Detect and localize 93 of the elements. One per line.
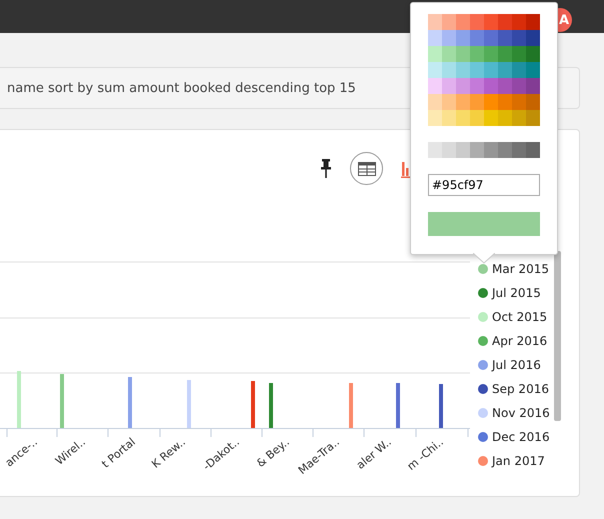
color-swatch[interactable] (428, 110, 442, 126)
color-swatch[interactable] (442, 46, 456, 62)
legend-label: Sep 2016 (492, 382, 549, 396)
color-swatch[interactable] (526, 78, 540, 94)
color-swatch[interactable] (442, 110, 456, 126)
color-swatch[interactable] (512, 142, 526, 158)
legend-item[interactable]: Mar 2015 (478, 259, 554, 278)
color-swatch[interactable] (526, 110, 540, 126)
color-swatch[interactable] (484, 94, 498, 110)
legend-label: Jul 2016 (492, 358, 541, 372)
color-swatch[interactable] (512, 30, 526, 46)
color-swatch[interactable] (526, 94, 540, 110)
scrollbar[interactable] (554, 251, 561, 421)
color-swatch[interactable] (484, 62, 498, 78)
color-swatch[interactable] (498, 110, 512, 126)
color-swatch[interactable] (498, 142, 512, 158)
color-swatch[interactable] (512, 110, 526, 126)
legend-item[interactable]: Apr 2016 (478, 331, 554, 350)
color-swatch[interactable] (442, 78, 456, 94)
legend-label: Dec 2016 (492, 430, 550, 444)
color-swatch[interactable] (428, 78, 442, 94)
color-swatch[interactable] (470, 142, 484, 158)
legend-label: Mar 2015 (492, 262, 549, 276)
table-icon (358, 162, 376, 176)
color-swatch[interactable] (498, 94, 512, 110)
color-swatch[interactable] (512, 14, 526, 30)
legend-item[interactable]: Jul 2015 (478, 283, 554, 302)
color-swatch[interactable] (526, 14, 540, 30)
color-swatch[interactable] (484, 14, 498, 30)
legend-item[interactable]: Dec 2016 (478, 427, 554, 446)
legend-label: Apr 2016 (492, 334, 548, 348)
color-swatch[interactable] (456, 78, 470, 94)
color-swatch[interactable] (428, 46, 442, 62)
color-swatch[interactable] (456, 110, 470, 126)
legend-label: Nov 2016 (492, 406, 550, 420)
legend-item[interactable]: Jul 2016 (478, 355, 554, 374)
color-preview[interactable] (428, 212, 540, 236)
color-swatch[interactable] (498, 14, 512, 30)
hex-input-field[interactable]: #95cf97 (428, 174, 540, 196)
query-text: name sort by sum amount booked descending top 15 (7, 80, 356, 96)
color-swatch[interactable] (498, 62, 512, 78)
color-swatch[interactable] (470, 110, 484, 126)
color-swatch[interactable] (428, 14, 442, 30)
legend-label: Jul 2015 (492, 286, 541, 300)
color-swatch[interactable] (512, 62, 526, 78)
color-swatch[interactable] (456, 14, 470, 30)
color-swatch[interactable] (498, 46, 512, 62)
color-swatch[interactable] (470, 78, 484, 94)
color-swatch[interactable] (484, 110, 498, 126)
legend-item[interactable]: Jan 2017 (478, 451, 554, 470)
legend-item[interactable]: Nov 2016 (478, 403, 554, 422)
color-swatch[interactable] (526, 142, 540, 158)
color-swatch[interactable] (456, 30, 470, 46)
color-swatch[interactable] (512, 94, 526, 110)
axis-label: K Rew.. (149, 435, 188, 471)
color-swatch[interactable] (456, 94, 470, 110)
color-swatch[interactable] (442, 14, 456, 30)
legend-label: Oct 2015 (492, 310, 548, 324)
color-swatch[interactable] (456, 62, 470, 78)
color-swatch[interactable] (498, 30, 512, 46)
color-swatch[interactable] (442, 94, 456, 110)
legend-item[interactable]: Sep 2016 (478, 379, 554, 398)
color-swatch[interactable] (456, 142, 470, 158)
color-swatch[interactable] (470, 46, 484, 62)
color-swatch[interactable] (498, 78, 512, 94)
color-swatch[interactable] (470, 14, 484, 30)
color-swatch[interactable] (428, 30, 442, 46)
color-swatch[interactable] (470, 62, 484, 78)
color-swatch[interactable] (442, 30, 456, 46)
color-swatch[interactable] (484, 30, 498, 46)
axis-label: aler W.. (354, 435, 394, 472)
axis-label: & Bey.. (254, 435, 292, 470)
legend-item[interactable]: Oct 2015 (478, 307, 554, 326)
color-swatch[interactable] (512, 46, 526, 62)
color-swatch[interactable] (526, 62, 540, 78)
color-swatch[interactable] (526, 46, 540, 62)
color-swatch[interactable] (484, 46, 498, 62)
table-view-button[interactable] (350, 152, 383, 185)
color-swatch[interactable] (484, 78, 498, 94)
legend-label: Jan 2017 (492, 454, 545, 468)
color-swatch[interactable] (428, 94, 442, 110)
color-swatch[interactable] (470, 30, 484, 46)
axis-label: m -Chi.. (404, 435, 446, 473)
color-swatch[interactable] (428, 62, 442, 78)
color-swatch[interactable] (428, 142, 442, 158)
color-swatch[interactable] (456, 46, 470, 62)
color-swatch[interactable] (442, 142, 456, 158)
pin-icon[interactable] (320, 158, 332, 180)
color-swatch[interactable] (526, 30, 540, 46)
color-swatch[interactable] (442, 62, 456, 78)
color-swatch[interactable] (470, 94, 484, 110)
color-swatch[interactable] (484, 142, 498, 158)
color-swatch[interactable] (512, 78, 526, 94)
